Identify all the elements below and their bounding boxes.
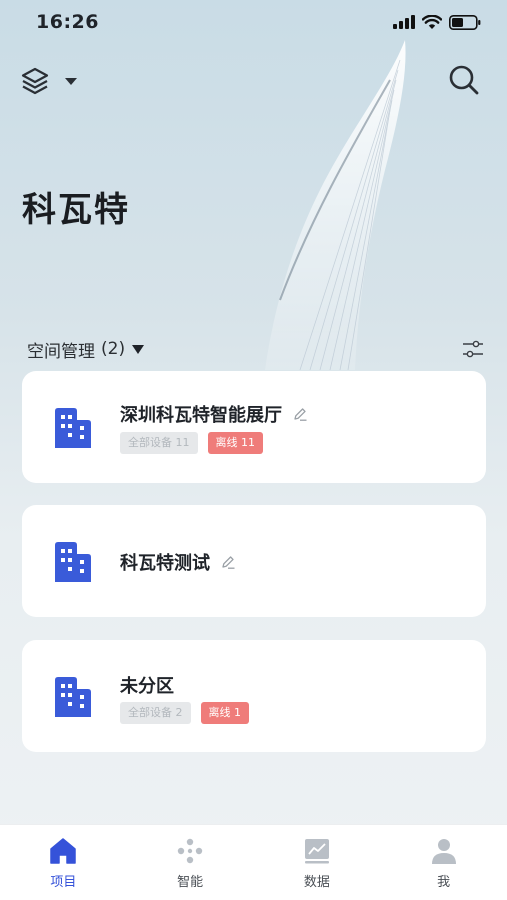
bottom-tab-bar: 项目 智能 数据 我 bbox=[0, 824, 507, 900]
chart-icon bbox=[304, 839, 329, 864]
offline-badge: 离线 1 bbox=[200, 702, 249, 724]
tab-data[interactable]: 数据 bbox=[254, 825, 381, 900]
dots-cluster-icon bbox=[177, 838, 203, 864]
offline-badge: 离线 11 bbox=[207, 432, 263, 454]
system-icons bbox=[393, 14, 481, 30]
building-icon bbox=[55, 677, 91, 717]
top-bar bbox=[0, 60, 507, 100]
building-icon bbox=[55, 408, 91, 448]
space-name: 深圳科瓦特智能展厅 bbox=[120, 405, 282, 426]
space-card[interactable]: 深圳科瓦特智能展厅 全部设备 11 离线 11 bbox=[22, 371, 486, 483]
section-count: (2) bbox=[101, 339, 126, 359]
all-devices-badge: 全部设备 11 bbox=[120, 432, 198, 454]
space-management-dropdown[interactable]: 空间管理 (2) bbox=[27, 335, 145, 363]
tab-label: 我 bbox=[437, 875, 451, 890]
triangle-down-icon bbox=[132, 345, 145, 354]
search-button[interactable] bbox=[447, 63, 481, 97]
edit-icon[interactable] bbox=[292, 406, 308, 422]
tab-label: 智能 bbox=[177, 875, 204, 890]
caret-down-icon bbox=[65, 78, 77, 85]
space-name-row: 深圳科瓦特智能展厅 bbox=[120, 401, 308, 427]
tab-label: 数据 bbox=[303, 875, 330, 890]
sliders-icon bbox=[463, 340, 483, 358]
space-tags: 全部设备 11 离线 11 bbox=[120, 432, 263, 454]
all-devices-badge: 全部设备 2 bbox=[120, 702, 191, 724]
signal-icon bbox=[393, 15, 415, 29]
space-name: 未分区 bbox=[120, 676, 174, 697]
wifi-icon bbox=[422, 14, 442, 29]
status-bar: 16:26 bbox=[0, 0, 507, 44]
project-switcher[interactable] bbox=[20, 64, 90, 98]
home-icon bbox=[50, 838, 77, 864]
section-label: 空间管理 bbox=[27, 341, 95, 362]
tab-me[interactable]: 我 bbox=[380, 825, 507, 900]
user-icon bbox=[431, 839, 456, 864]
status-time: 16:26 bbox=[36, 11, 99, 33]
tab-projects[interactable]: 项目 bbox=[0, 825, 127, 900]
tab-smart[interactable]: 智能 bbox=[127, 825, 254, 900]
edit-icon[interactable] bbox=[220, 554, 236, 570]
space-tags: 全部设备 2 离线 1 bbox=[120, 702, 249, 724]
layers-icon bbox=[21, 67, 49, 95]
building-icon bbox=[55, 542, 91, 582]
search-icon bbox=[449, 65, 479, 95]
space-card[interactable]: 科瓦特测试 bbox=[22, 505, 486, 617]
space-name-row: 科瓦特测试 bbox=[120, 549, 236, 575]
battery-icon bbox=[449, 14, 481, 30]
space-name-row: 未分区 bbox=[120, 672, 174, 698]
filter-button[interactable] bbox=[461, 337, 485, 361]
tab-label: 项目 bbox=[50, 875, 77, 890]
space-card[interactable]: 未分区 全部设备 2 离线 1 bbox=[22, 640, 486, 752]
page-title: 科瓦特 bbox=[22, 190, 130, 230]
space-name: 科瓦特测试 bbox=[120, 553, 210, 574]
